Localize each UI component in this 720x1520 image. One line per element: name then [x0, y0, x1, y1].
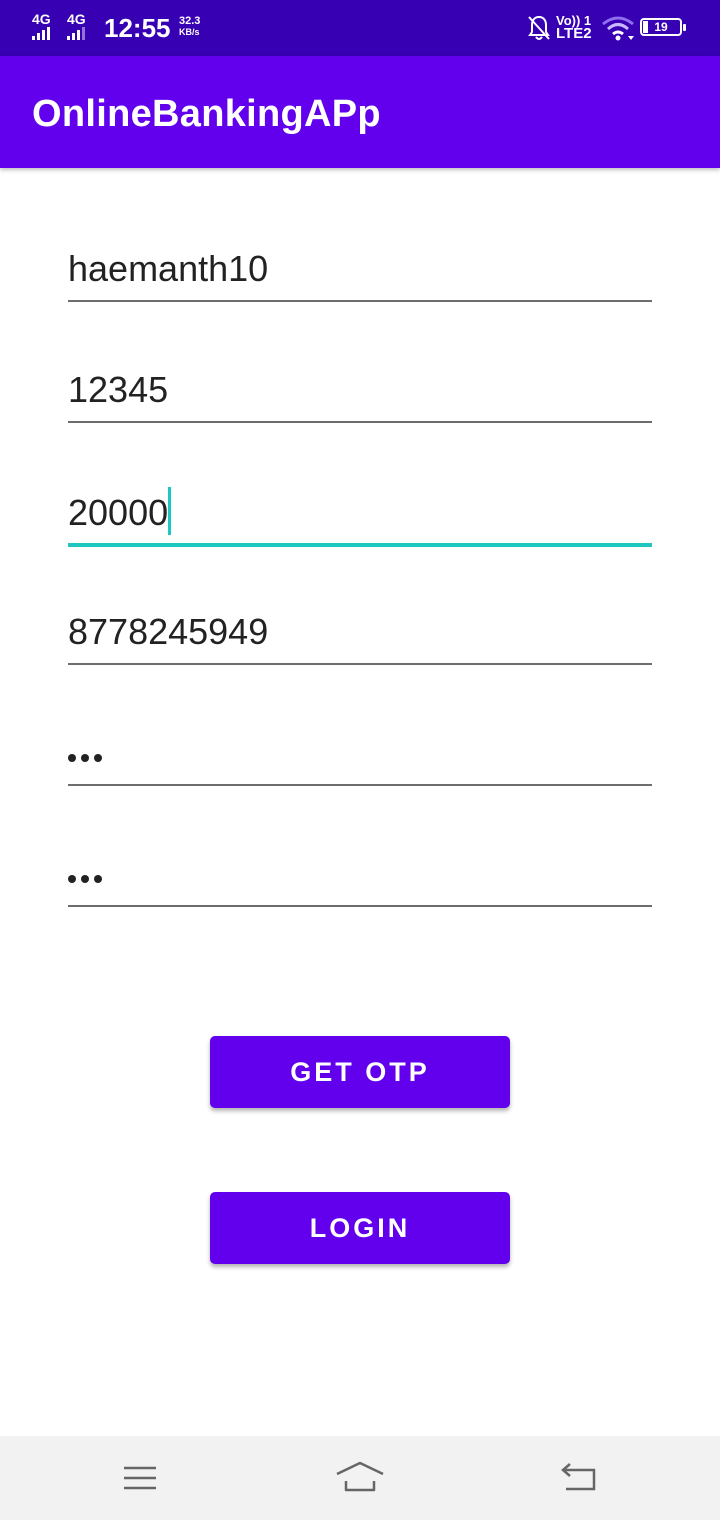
net-speed-unit: KB/s [179, 27, 200, 37]
back-icon[interactable] [558, 1462, 600, 1494]
get-otp-button[interactable]: GET OTP [210, 1036, 510, 1108]
login-button[interactable]: LOGIN [210, 1192, 510, 1264]
account-number-value: 12345 [68, 369, 169, 410]
amount-value-wrap: 20000 [68, 487, 172, 535]
phone-number-value: 8778245949 [68, 611, 269, 652]
username-field[interactable]: haemanth10 [68, 232, 652, 302]
volte-indicator: Vo)) 1 LTE2 [556, 14, 592, 42]
text-cursor [168, 487, 172, 535]
sim2-network-label: 4G [67, 11, 86, 27]
sim1-network-label: 4G [32, 11, 51, 27]
username-value: haemanth10 [68, 248, 269, 289]
sim2-signal: 4G [67, 12, 86, 40]
status-bar: 4G 4G 12:55 32.3 KB/s Vo)) 1 LTE2 19 [0, 0, 720, 56]
confirm-password-field[interactable]: ••• [68, 837, 652, 907]
confirm-password-mask [68, 875, 102, 883]
app-bar: OnlineBankingAPp [0, 56, 720, 168]
home-icon[interactable] [334, 1460, 386, 1494]
net-speed: 32.3 KB/s [179, 16, 200, 38]
wifi-icon [602, 16, 634, 41]
battery-level: 19 [654, 20, 668, 34]
net-speed-value: 32.3 [179, 15, 201, 27]
password-mask [68, 754, 102, 762]
account-number-field[interactable]: 12345 [68, 353, 652, 423]
menu-icon[interactable] [120, 1464, 160, 1494]
battery-icon: 19 [640, 18, 686, 36]
navigation-bar [0, 1436, 720, 1520]
amount-value: 20000 [68, 492, 169, 533]
notifications-off-icon [528, 15, 550, 40]
lte-label: LTE2 [556, 25, 592, 42]
sim1-signal: 4G [32, 12, 51, 40]
status-time: 12:55 [104, 13, 171, 43]
phone-number-field[interactable]: 8778245949 [68, 595, 652, 665]
password-field[interactable]: ••• [68, 716, 652, 786]
app-title: OnlineBankingAPp [32, 93, 381, 135]
signal-icon [32, 27, 51, 40]
amount-field[interactable]: 20000 [68, 477, 652, 547]
signal-icon [67, 27, 86, 40]
